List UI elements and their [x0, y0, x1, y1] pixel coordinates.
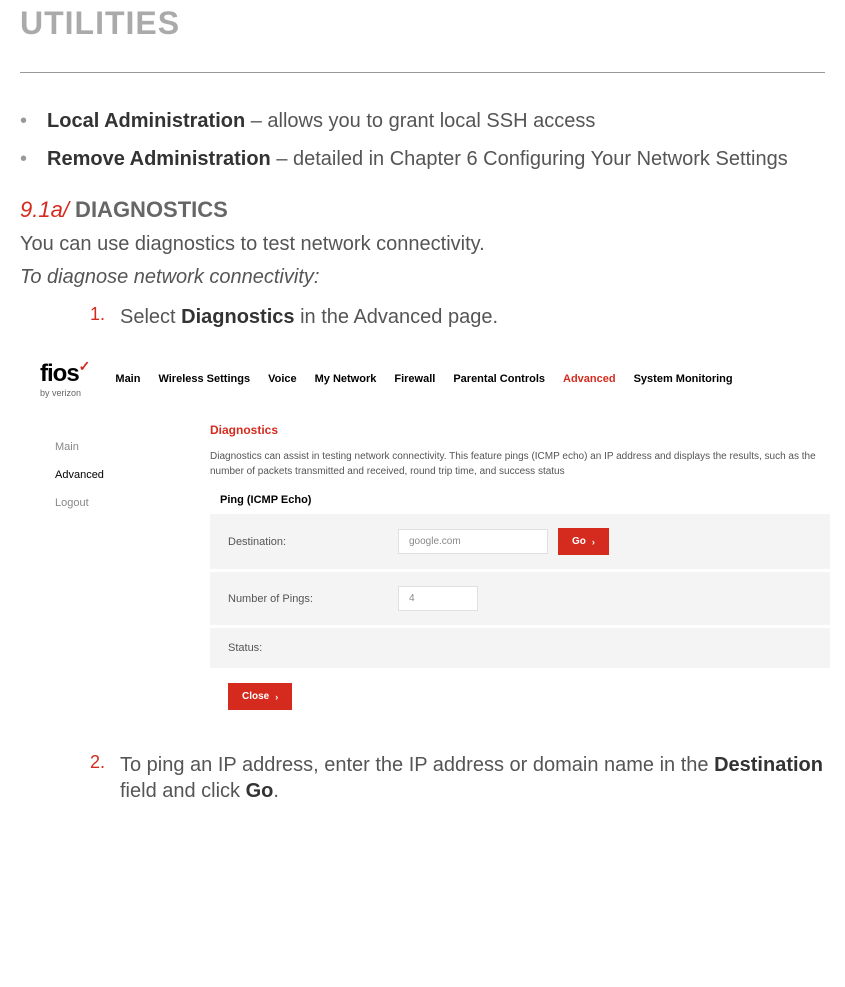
- section-title: DIAGNOSTICS: [69, 197, 228, 222]
- step-text-b: field and click: [120, 780, 246, 802]
- close-button-label: Close: [242, 691, 269, 702]
- nav-advanced[interactable]: Advanced: [563, 373, 616, 385]
- nav-parental-controls[interactable]: Parental Controls: [453, 373, 545, 385]
- main-panel: Diagnostics Diagnostics can assist in te…: [210, 423, 830, 722]
- destination-input[interactable]: [398, 529, 548, 554]
- step-text: To ping an IP address, enter the IP addr…: [120, 752, 825, 804]
- sidebar-item-logout[interactable]: Logout: [40, 489, 190, 517]
- nav-system-monitoring[interactable]: System Monitoring: [634, 373, 733, 385]
- bullet-marker: •: [20, 146, 27, 172]
- step-bold: Diagnostics: [181, 306, 294, 328]
- step-number: 2.: [90, 752, 120, 804]
- bullet-marker: •: [20, 108, 27, 134]
- destination-row: Destination: Go ›: [210, 514, 830, 569]
- panel-title: Diagnostics: [210, 423, 830, 437]
- app-screenshot: fios ✓ by verizon Main Wireless Settings…: [40, 350, 830, 722]
- logo-main: fios ✓: [40, 360, 90, 388]
- bullet-item: • Local Administration – allows you to g…: [20, 108, 825, 134]
- step-list: 1. Select Diagnostics in the Advanced pa…: [90, 304, 825, 330]
- bullet-text: Local Administration – allows you to gra…: [47, 108, 595, 134]
- chevron-right-icon: ›: [275, 692, 278, 702]
- go-button[interactable]: Go ›: [558, 528, 609, 555]
- nav-main[interactable]: Main: [115, 373, 140, 385]
- ping-label: Ping (ICMP Echo): [220, 494, 830, 506]
- step-pre: Select: [120, 306, 181, 328]
- section-number: 9.1a/: [20, 197, 69, 222]
- step-item: 2. To ping an IP address, enter the IP a…: [90, 752, 825, 804]
- sidebar: Main Advanced Logout: [40, 423, 190, 722]
- step-list-cont: 2. To ping an IP address, enter the IP a…: [90, 752, 825, 804]
- close-row: Close ›: [210, 671, 830, 722]
- step-item: 1. Select Diagnostics in the Advanced pa…: [90, 304, 825, 330]
- bullet-text: Remove Administration – detailed in Chap…: [47, 146, 788, 172]
- status-label: Status:: [228, 642, 398, 654]
- step-post: in the Advanced page.: [295, 306, 499, 328]
- nav-wireless-settings[interactable]: Wireless Settings: [158, 373, 250, 385]
- app-header: fios ✓ by verizon Main Wireless Settings…: [40, 350, 830, 408]
- main-nav: Main Wireless Settings Voice My Network …: [115, 373, 732, 385]
- step-number: 1.: [90, 304, 120, 330]
- page-title: UTILITIES: [20, 5, 825, 42]
- bullet-bold: Local Administration: [47, 110, 245, 132]
- step-text-c: .: [273, 780, 279, 802]
- logo-check-icon: ✓: [79, 358, 91, 375]
- step-bold-a: Destination: [714, 754, 823, 776]
- bullet-rest: – detailed in Chapter 6 Configuring Your…: [271, 148, 788, 170]
- logo-subtitle: by verizon: [40, 388, 90, 398]
- nav-my-network[interactable]: My Network: [315, 373, 377, 385]
- go-button-label: Go: [572, 536, 586, 547]
- sidebar-item-main[interactable]: Main: [40, 433, 190, 461]
- bullet-list: • Local Administration – allows you to g…: [20, 108, 825, 172]
- bullet-bold: Remove Administration: [47, 148, 271, 170]
- subheading: To diagnose network connectivity:: [20, 266, 825, 289]
- sidebar-item-advanced[interactable]: Advanced: [40, 461, 190, 489]
- title-divider: [20, 72, 825, 73]
- destination-label: Destination:: [228, 536, 398, 548]
- step-bold-b: Go: [246, 780, 274, 802]
- bullet-item: • Remove Administration – detailed in Ch…: [20, 146, 825, 172]
- panel-description: Diagnostics can assist in testing networ…: [210, 449, 830, 479]
- num-pings-label: Number of Pings:: [228, 593, 398, 605]
- nav-firewall[interactable]: Firewall: [394, 373, 435, 385]
- logo: fios ✓ by verizon: [40, 360, 90, 398]
- step-text-a: To ping an IP address, enter the IP addr…: [120, 754, 714, 776]
- num-pings-input[interactable]: [398, 586, 478, 611]
- step-text: Select Diagnostics in the Advanced page.: [120, 304, 498, 330]
- intro-text: You can use diagnostics to test network …: [20, 233, 825, 256]
- close-button[interactable]: Close ›: [228, 683, 292, 710]
- status-row: Status:: [210, 628, 830, 668]
- bullet-rest: – allows you to grant local SSH access: [245, 110, 595, 132]
- app-body: Main Advanced Logout Diagnostics Diagnos…: [40, 423, 830, 722]
- section-heading: 9.1a/ DIAGNOSTICS: [20, 197, 825, 223]
- num-pings-row: Number of Pings:: [210, 572, 830, 625]
- chevron-right-icon: ›: [592, 537, 595, 547]
- nav-voice[interactable]: Voice: [268, 373, 297, 385]
- logo-text: fios: [40, 360, 79, 388]
